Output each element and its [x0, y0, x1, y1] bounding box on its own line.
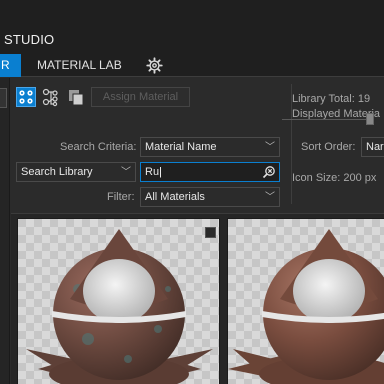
icon-size-slider[interactable]	[282, 119, 374, 120]
material-grid	[11, 214, 384, 384]
chevron-down-icon: ﹀	[265, 192, 275, 203]
tab-active[interactable]: R	[0, 54, 21, 77]
search-criteria-label: Search Criteria:	[60, 141, 137, 153]
tab-bar: R MATERIAL LAB	[0, 54, 384, 77]
icon-size-slider-thumb[interactable]	[366, 113, 374, 125]
assign-material-button[interactable]: Assign Material	[91, 87, 190, 107]
title-bar: STUDIO	[0, 0, 384, 54]
search-scope-select[interactable]: Search Library ﹀	[16, 162, 136, 182]
app-title: STUDIO	[4, 32, 55, 47]
tree-view-icon[interactable]	[41, 87, 61, 107]
tab-material-lab[interactable]: MATERIAL LAB	[37, 54, 122, 77]
sort-order-value: Nar	[366, 141, 384, 153]
sort-order-label: Sort Order:	[301, 141, 356, 153]
copy-icon[interactable]	[66, 87, 86, 107]
icon-size-label: Icon Size: 200 px	[292, 172, 377, 184]
search-criteria-value: Material Name	[145, 141, 217, 153]
material-tile[interactable]	[17, 218, 220, 384]
grid-view-icon[interactable]	[16, 87, 36, 107]
material-preview	[18, 219, 219, 384]
library-panel: Assign Material Library Total: 19 Displa…	[11, 78, 384, 214]
search-query: Ru	[145, 166, 160, 178]
filter-select[interactable]: All Materials ﹀	[140, 187, 280, 207]
filter-value: All Materials	[145, 191, 205, 203]
chevron-down-icon: ﹀	[121, 167, 131, 178]
library-total: Library Total: 19	[292, 93, 371, 105]
material-tile[interactable]	[227, 218, 384, 384]
chevron-down-icon: ﹀	[265, 142, 275, 153]
sort-order-select[interactable]: Nar	[361, 137, 384, 157]
filter-label: Filter:	[107, 191, 135, 203]
clear-search-icon[interactable]	[262, 165, 276, 179]
left-tool-button[interactable]	[0, 88, 7, 108]
gear-icon[interactable]	[146, 57, 163, 74]
search-input[interactable]: Ru|	[140, 162, 280, 182]
search-scope-value: Search Library	[21, 166, 93, 178]
tile-select-checkbox[interactable]	[205, 227, 216, 238]
left-tool-strip	[0, 78, 10, 384]
material-preview	[228, 219, 384, 384]
search-criteria-select[interactable]: Material Name ﹀	[140, 137, 280, 157]
